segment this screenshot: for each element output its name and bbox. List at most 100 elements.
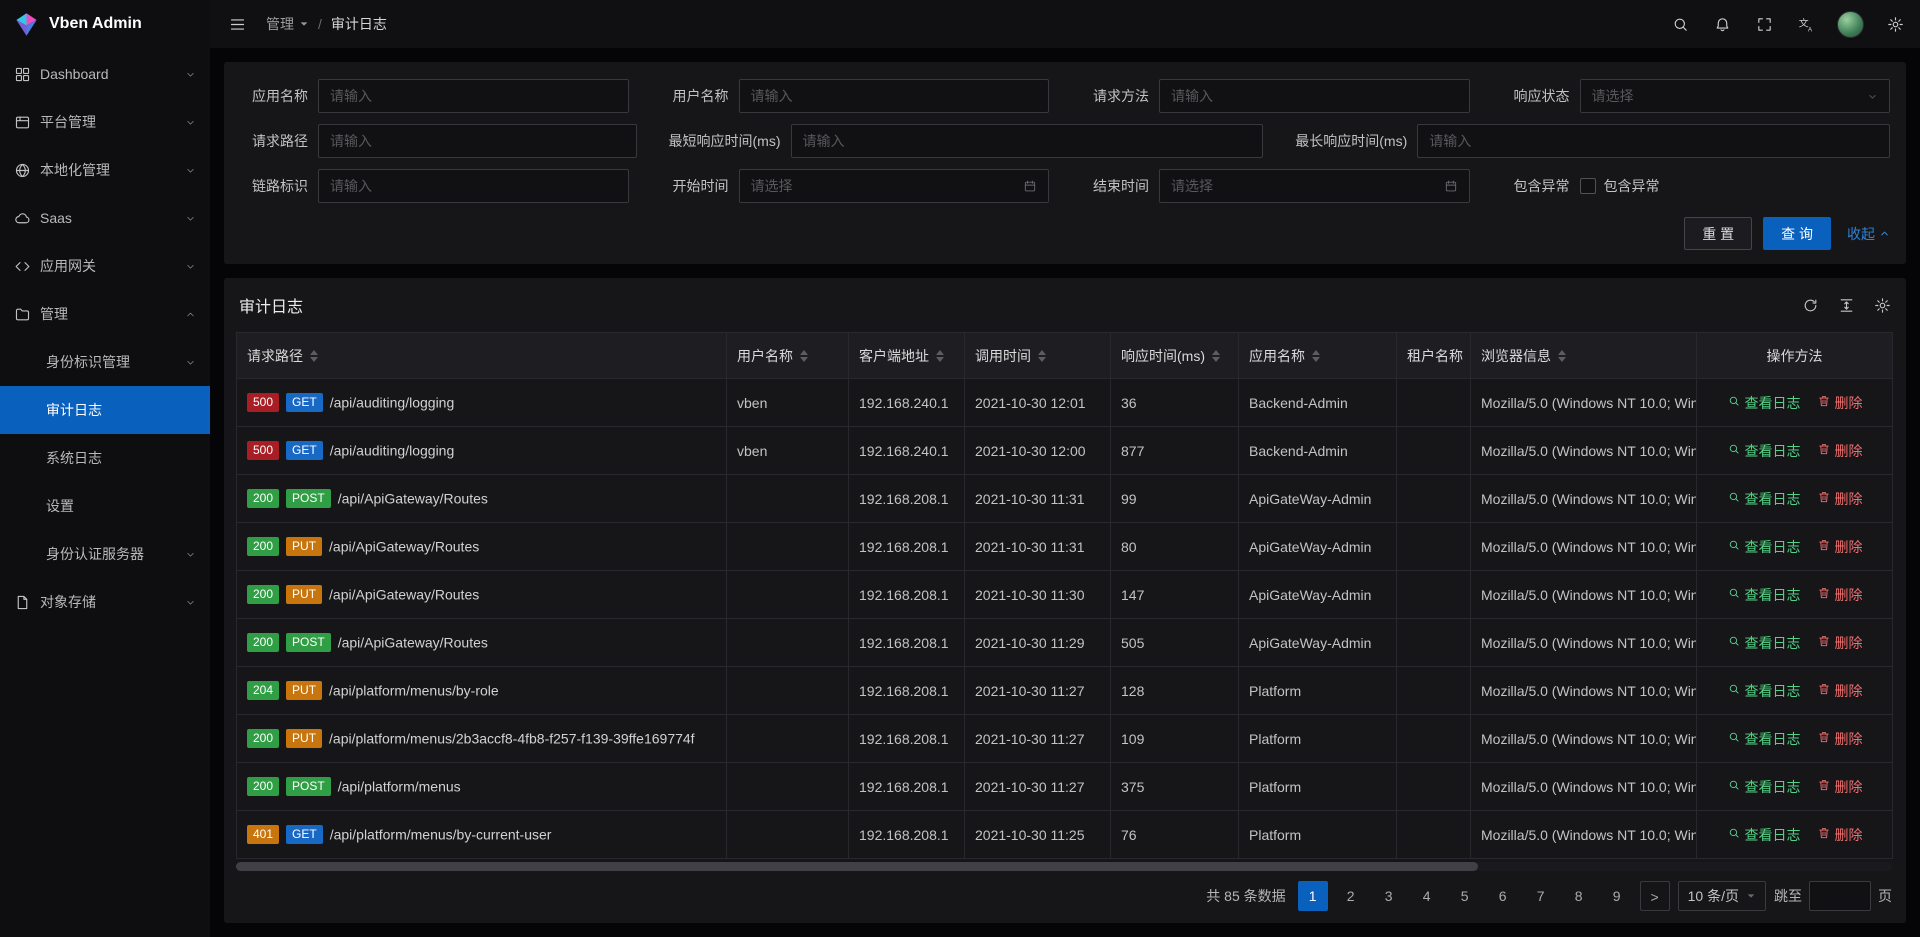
next-page-button[interactable]: > (1640, 881, 1670, 911)
page-button-4[interactable]: 4 (1412, 881, 1442, 911)
view-log-button[interactable]: 查看日志 (1727, 729, 1801, 749)
min-response-time-input[interactable] (791, 124, 1264, 158)
column-label: 调用时间 (975, 346, 1031, 366)
start-time-picker[interactable]: 请选择 (739, 169, 1050, 203)
column-header-tenant[interactable]: 租户名称 (1397, 333, 1471, 379)
delete-button[interactable]: 删除 (1817, 633, 1863, 653)
page-button-1[interactable]: 1 (1298, 881, 1328, 911)
sidebar-item-object-storage[interactable]: 对象存储 (0, 578, 210, 626)
sidebar-item-saas[interactable]: Saas (0, 194, 210, 242)
column-header-client[interactable]: 客户端地址 (849, 333, 965, 379)
chevron-down-icon (185, 597, 196, 608)
sidebar-item-auth-server[interactable]: 身份认证服务器 (0, 530, 210, 578)
settings-icon[interactable] (1874, 0, 1916, 48)
end-time-picker[interactable]: 请选择 (1159, 169, 1470, 203)
cell-actions: 查看日志删除 (1697, 475, 1893, 523)
field-label-start-time: 开始时间 (661, 176, 729, 196)
jump-page-input[interactable] (1809, 881, 1871, 911)
cell-user-name (727, 667, 849, 715)
locale-icon[interactable]: 文A (1785, 0, 1827, 48)
view-log-button[interactable]: 查看日志 (1727, 441, 1801, 461)
column-header-path[interactable]: 请求路径 (237, 333, 727, 379)
delete-icon (1817, 394, 1831, 411)
view-log-button[interactable]: 查看日志 (1727, 537, 1801, 557)
sidebar-item-localization[interactable]: 本地化管理 (0, 146, 210, 194)
view-log-button[interactable]: 查看日志 (1727, 633, 1801, 653)
page-size-select[interactable]: 10 条/页 (1678, 881, 1766, 911)
sidebar-item-identity[interactable]: 身份标识管理 (0, 338, 210, 386)
delete-button[interactable]: 删除 (1817, 777, 1863, 797)
page-button-9[interactable]: 9 (1602, 881, 1632, 911)
user-name-input[interactable] (739, 79, 1050, 113)
page-button-6[interactable]: 6 (1488, 881, 1518, 911)
max-response-time-input[interactable] (1417, 124, 1890, 158)
column-header-user[interactable]: 用户名称 (727, 333, 849, 379)
sidebar-item-audit-log[interactable]: 审计日志 (0, 386, 210, 434)
view-log-button[interactable]: 查看日志 (1727, 489, 1801, 509)
status-badge: 200 (247, 633, 279, 652)
page-button-2[interactable]: 2 (1336, 881, 1366, 911)
column-header-time[interactable]: 调用时间 (965, 333, 1111, 379)
user-avatar[interactable] (1837, 11, 1864, 38)
sidebar-item-system-log[interactable]: 系统日志 (0, 434, 210, 482)
cell-tenant-name (1397, 379, 1471, 427)
view-log-button[interactable]: 查看日志 (1727, 681, 1801, 701)
search-icon[interactable] (1659, 0, 1701, 48)
collapse-link[interactable]: 收起 (1847, 224, 1890, 244)
response-status-select[interactable]: 请选择 (1580, 79, 1891, 113)
delete-button[interactable]: 删除 (1817, 729, 1863, 749)
trace-id-input[interactable] (318, 169, 629, 203)
refresh-icon[interactable] (1802, 297, 1819, 314)
sidebar-item-manage[interactable]: 管理 (0, 290, 210, 338)
app-name-input[interactable] (318, 79, 629, 113)
sort-icon[interactable] (1212, 350, 1220, 362)
table-horizontal-scrollbar[interactable] (236, 862, 1892, 871)
view-log-button[interactable]: 查看日志 (1727, 825, 1801, 845)
app-logo[interactable]: Vben Admin (0, 0, 210, 48)
column-height-icon[interactable] (1838, 297, 1855, 314)
sort-icon[interactable] (1312, 350, 1320, 362)
request-method-input[interactable] (1159, 79, 1470, 113)
column-header-browser[interactable]: 浏览器信息 (1471, 333, 1697, 379)
has-exception-checkbox[interactable] (1580, 178, 1596, 194)
view-log-button[interactable]: 查看日志 (1727, 393, 1801, 413)
breadcrumb-item-parent[interactable]: 管理 (266, 14, 309, 34)
sort-icon[interactable] (800, 350, 808, 362)
page-button-5[interactable]: 5 (1450, 881, 1480, 911)
sort-icon[interactable] (936, 350, 944, 362)
column-header-elapsed[interactable]: 响应时间(ms) (1111, 333, 1239, 379)
sort-icon[interactable] (1038, 350, 1046, 362)
sidebar-fold-button[interactable] (216, 0, 258, 48)
delete-button[interactable]: 删除 (1817, 489, 1863, 509)
delete-button[interactable]: 删除 (1817, 825, 1863, 845)
fullscreen-icon[interactable] (1743, 0, 1785, 48)
sort-icon[interactable] (310, 350, 318, 362)
request-path-input[interactable] (318, 124, 637, 158)
page-button-7[interactable]: 7 (1526, 881, 1556, 911)
page-button-8[interactable]: 8 (1564, 881, 1594, 911)
sort-icon[interactable] (1558, 350, 1566, 362)
column-header-app[interactable]: 应用名称 (1239, 333, 1397, 379)
view-log-button[interactable]: 查看日志 (1727, 585, 1801, 605)
table-settings-icon[interactable] (1874, 297, 1891, 314)
delete-button[interactable]: 删除 (1817, 441, 1863, 461)
page-button-3[interactable]: 3 (1374, 881, 1404, 911)
sidebar-item-app-gateway[interactable]: 应用网关 (0, 242, 210, 290)
sidebar-item-platform[interactable]: 平台管理 (0, 98, 210, 146)
view-log-button[interactable]: 查看日志 (1727, 777, 1801, 797)
delete-button[interactable]: 删除 (1817, 681, 1863, 701)
column-label: 响应时间(ms) (1121, 346, 1205, 366)
delete-button[interactable]: 删除 (1817, 585, 1863, 605)
search-button[interactable]: 查 询 (1763, 217, 1831, 250)
cell-app-name: Platform (1239, 763, 1397, 811)
sidebar-item-dashboard[interactable]: Dashboard (0, 50, 210, 98)
scrollbar-thumb[interactable] (236, 862, 1478, 871)
delete-button[interactable]: 删除 (1817, 537, 1863, 557)
notification-icon[interactable] (1701, 0, 1743, 48)
sidebar-item-setting[interactable]: 设置 (0, 482, 210, 530)
cell-client-address: 192.168.208.1 (849, 523, 965, 571)
cell-request-path: 200PUT/api/ApiGateway/Routes (237, 523, 727, 571)
delete-button[interactable]: 删除 (1817, 393, 1863, 413)
sidebar-item-label: Saas (40, 210, 185, 226)
reset-button[interactable]: 重 置 (1684, 217, 1752, 250)
